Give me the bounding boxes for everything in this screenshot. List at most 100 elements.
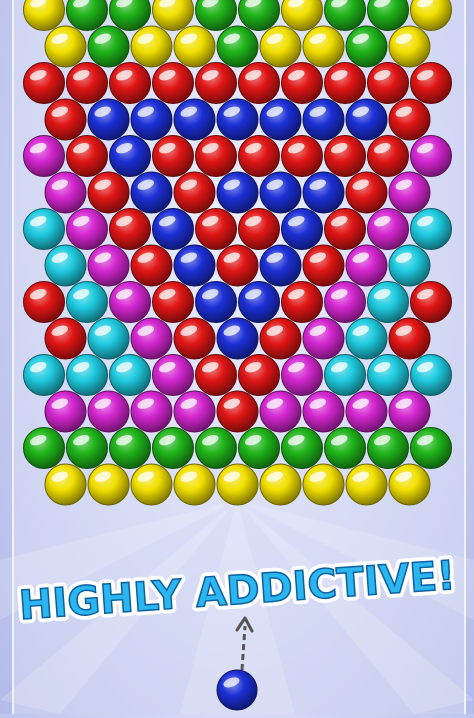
bubble-green — [367, 0, 409, 31]
bubble-yellow — [44, 463, 87, 506]
bubble-yellow — [152, 0, 194, 31]
bubble-green — [152, 427, 194, 469]
bubble-red — [130, 244, 173, 287]
bubble-blue — [130, 98, 173, 141]
bubble-green — [345, 25, 388, 68]
bubble-yellow — [345, 463, 388, 506]
bubble-green — [109, 0, 151, 31]
bubble-red — [324, 135, 366, 177]
bubble-blue — [173, 244, 216, 287]
bubble-red — [216, 390, 259, 433]
bubble-red — [173, 171, 216, 214]
bubble-magenta — [23, 135, 65, 177]
bubble-green — [109, 427, 151, 469]
bubble-yellow — [173, 463, 216, 506]
bubble-blue — [259, 171, 302, 214]
bubble-cyan — [87, 317, 130, 360]
bubble-red — [324, 208, 366, 250]
bubble-green — [324, 0, 366, 31]
bubble-blue — [130, 171, 173, 214]
bubble-red — [238, 62, 280, 104]
bubble-blue — [302, 171, 345, 214]
bubble-yellow — [302, 463, 345, 506]
bubble-red — [216, 244, 259, 287]
bubble-blue — [302, 98, 345, 141]
bubble-red — [152, 62, 194, 104]
bubble-blue — [259, 98, 302, 141]
bubble-magenta — [130, 317, 173, 360]
bubble-green — [216, 25, 259, 68]
bubble-yellow — [410, 0, 452, 31]
bubble-magenta — [259, 390, 302, 433]
bubble-blue — [152, 208, 194, 250]
bubble-yellow — [281, 0, 323, 31]
bubble-green — [410, 427, 452, 469]
bubble-yellow — [259, 463, 302, 506]
bubble-yellow — [173, 25, 216, 68]
bubble-green — [367, 427, 409, 469]
bubble-magenta — [388, 390, 431, 433]
bubble-cyan — [23, 354, 65, 396]
bubble-magenta — [345, 244, 388, 287]
bubble-magenta — [152, 354, 194, 396]
bubble-red — [195, 135, 237, 177]
bubble-red — [388, 98, 431, 141]
bubble-red — [23, 62, 65, 104]
bubble-blue — [109, 135, 151, 177]
bubble-red — [388, 317, 431, 360]
bubble-red — [195, 62, 237, 104]
bubble-magenta — [87, 244, 130, 287]
bubble-red — [152, 281, 194, 323]
bubble-magenta — [410, 135, 452, 177]
bubble-cyan — [388, 244, 431, 287]
bubble-magenta — [302, 390, 345, 433]
bubble-magenta — [345, 390, 388, 433]
bubble-magenta — [44, 390, 87, 433]
aim-arrow-icon — [235, 616, 254, 671]
bubble-cyan — [44, 244, 87, 287]
bubble-blue — [216, 669, 258, 711]
shooter-bubble[interactable] — [216, 669, 258, 711]
bubble-red — [324, 62, 366, 104]
bubble-magenta — [302, 317, 345, 360]
bubble-red — [302, 244, 345, 287]
bubble-red — [152, 135, 194, 177]
bubble-yellow — [130, 463, 173, 506]
bubble-green — [195, 0, 237, 31]
bubble-red — [195, 354, 237, 396]
bubble-green — [87, 25, 130, 68]
bubble-green — [324, 427, 366, 469]
bubble-red — [281, 135, 323, 177]
bubble-red — [66, 135, 108, 177]
bubble-cyan — [109, 354, 151, 396]
bubble-green — [281, 427, 323, 469]
bubble-yellow — [388, 25, 431, 68]
bubble-blue — [281, 208, 323, 250]
bubble-magenta — [324, 281, 366, 323]
bubble-magenta — [130, 390, 173, 433]
bubble-red — [345, 171, 388, 214]
bubble-magenta — [388, 171, 431, 214]
bubble-magenta — [109, 281, 151, 323]
bubble-magenta — [367, 208, 409, 250]
bubble-yellow — [23, 0, 65, 31]
bubble-red — [238, 135, 280, 177]
bubble-red — [66, 62, 108, 104]
bubble-red — [87, 171, 130, 214]
bubble-red — [44, 317, 87, 360]
aim-launcher[interactable] — [215, 612, 265, 714]
bubble-red — [367, 135, 409, 177]
bubble-red — [173, 317, 216, 360]
bubble-red — [23, 281, 65, 323]
bubble-magenta — [87, 390, 130, 433]
bubble-red — [410, 281, 452, 323]
bubble-red — [281, 281, 323, 323]
bubble-red — [238, 208, 280, 250]
bubble-red — [44, 98, 87, 141]
bubble-blue — [87, 98, 130, 141]
bubble-magenta — [281, 354, 323, 396]
bubble-red — [281, 62, 323, 104]
bubble-magenta — [66, 208, 108, 250]
bubble-green — [66, 427, 108, 469]
bubble-blue — [345, 98, 388, 141]
